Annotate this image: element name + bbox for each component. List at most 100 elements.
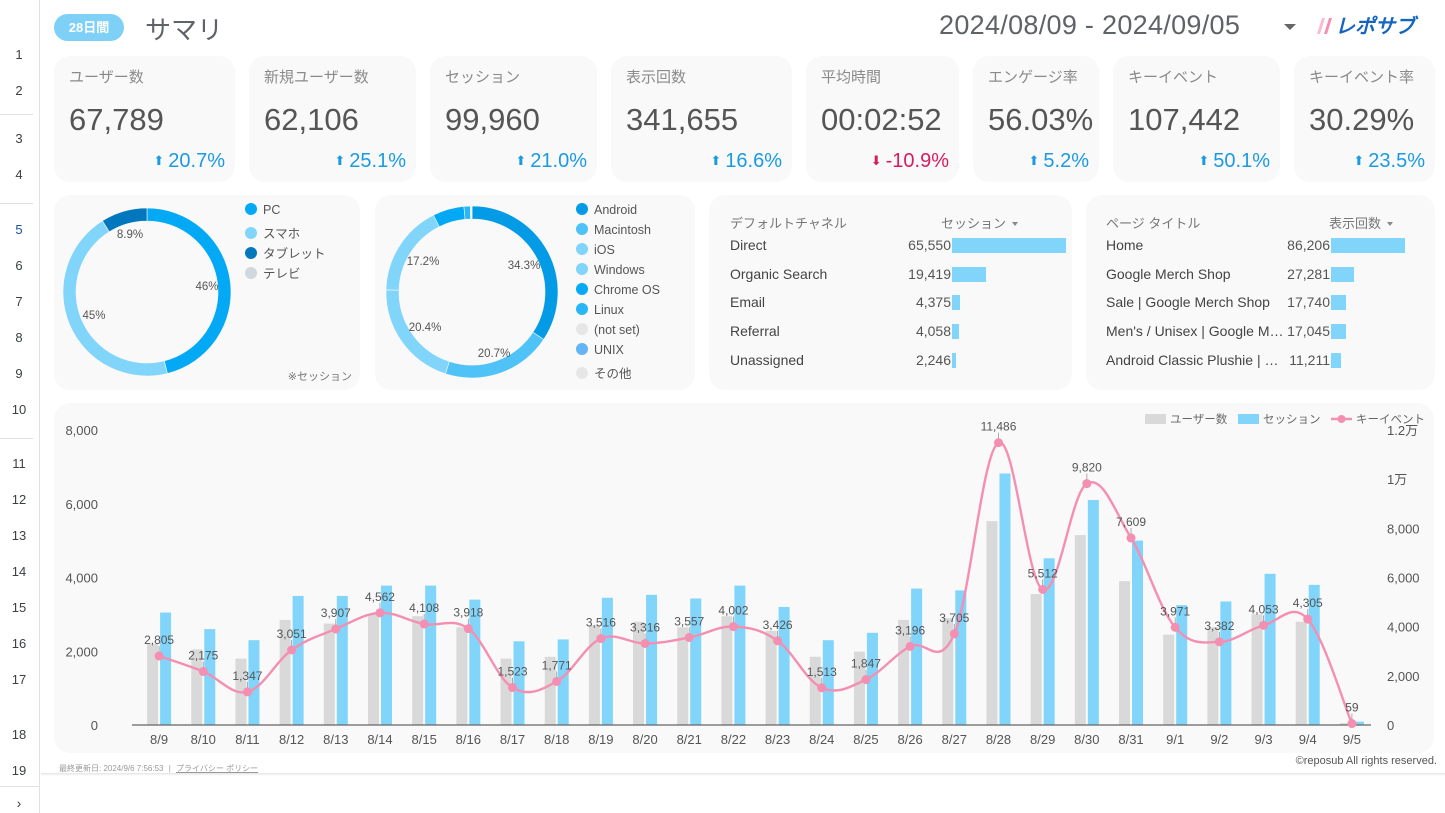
sessions-bar[interactable] (292, 595, 304, 725)
key-event-point[interactable] (375, 608, 385, 618)
users-bar[interactable] (986, 521, 998, 725)
legend-item[interactable]: その他 (576, 363, 632, 382)
row-number[interactable]: 6 (0, 258, 38, 273)
users-bar[interactable] (765, 630, 777, 725)
privacy-policy-link[interactable]: プライバシー ポリシー (176, 764, 258, 773)
key-event-point[interactable] (154, 651, 164, 661)
key-event-point[interactable] (993, 438, 1003, 448)
users-bar[interactable] (367, 614, 379, 725)
key-event-point[interactable] (1259, 620, 1269, 630)
table-row[interactable]: Android Classic Plushie | G... 11,211 (1086, 352, 1435, 378)
legend-item[interactable]: Windows (576, 263, 645, 277)
sessions-bar[interactable] (911, 588, 923, 725)
users-bar[interactable] (1030, 594, 1042, 725)
table-row[interactable]: Home 86,206 (1086, 237, 1435, 263)
table-row[interactable]: Email 4,375 (709, 294, 1072, 320)
row-number[interactable]: 15 (0, 600, 38, 615)
row-number[interactable]: 14 (0, 564, 38, 579)
key-event-point[interactable] (198, 667, 208, 677)
row-number[interactable]: 11 (0, 456, 38, 471)
donut-slice[interactable] (463, 205, 471, 220)
chevron-right-icon[interactable]: › (0, 795, 38, 811)
key-event-point[interactable] (1214, 637, 1224, 647)
row-number[interactable]: 8 (0, 330, 38, 345)
legend-item[interactable]: スマホ (245, 223, 300, 242)
key-event-point[interactable] (1303, 614, 1313, 624)
donut-slice[interactable] (385, 214, 440, 291)
key-event-point[interactable] (949, 629, 959, 639)
table-row[interactable]: Organic Search 19,419 (709, 266, 1072, 292)
users-bar[interactable] (633, 621, 645, 725)
users-bar[interactable] (1074, 535, 1086, 725)
legend-sessions[interactable]: セッション (1263, 413, 1321, 426)
key-event-point[interactable] (640, 638, 650, 648)
row-number[interactable]: 18 (0, 727, 38, 742)
key-event-point[interactable] (684, 633, 694, 643)
channel-metric-header[interactable]: セッション (941, 213, 1019, 232)
key-event-point[interactable] (596, 634, 606, 644)
donut-slice[interactable] (433, 206, 466, 228)
legend-item[interactable]: タブレット (245, 243, 326, 262)
legend-key-events[interactable]: キーイベント (1356, 414, 1425, 426)
legend-item[interactable]: テレビ (245, 263, 301, 282)
sessions-bar[interactable] (822, 640, 834, 725)
date-range-picker[interactable]: 2024/08/09 - 2024/09/05 (939, 10, 1240, 41)
key-event-point[interactable] (1082, 479, 1092, 489)
users-bar[interactable] (323, 623, 335, 725)
sort-desc-icon[interactable] (1012, 222, 1019, 226)
users-bar[interactable] (1295, 621, 1307, 725)
table-row[interactable]: Men's / Unisex | Google Me... 17,045 (1086, 323, 1435, 349)
legend-users[interactable]: ユーザー数 (1170, 412, 1228, 426)
table-row[interactable]: Google Merch Shop 27,281 (1086, 266, 1435, 292)
legend-item[interactable]: Linux (576, 303, 624, 317)
users-bar[interactable] (721, 616, 733, 725)
key-event-point[interactable] (817, 683, 827, 693)
donut-slice[interactable] (62, 220, 168, 377)
key-event-point[interactable] (331, 624, 341, 634)
legend-item[interactable]: Chrome OS (576, 283, 660, 297)
row-number[interactable]: 16 (0, 636, 38, 651)
donut-slice[interactable] (471, 205, 559, 340)
legend-item[interactable]: PC (245, 203, 280, 217)
sessions-bar[interactable] (380, 585, 392, 725)
row-number[interactable]: 2 (0, 83, 38, 98)
key-event-point[interactable] (1170, 622, 1180, 632)
key-event-point[interactable] (508, 683, 518, 693)
sessions-bar[interactable] (999, 473, 1011, 725)
key-event-point[interactable] (728, 622, 738, 632)
row-number[interactable]: 19 (0, 763, 38, 778)
page-metric-header[interactable]: 表示回数 (1329, 213, 1394, 232)
sessions-bar[interactable] (1087, 500, 1099, 725)
row-number[interactable]: 9 (0, 366, 38, 381)
legend-item[interactable]: Macintosh (576, 223, 651, 237)
sessions-bar[interactable] (1264, 573, 1276, 725)
row-number[interactable]: 12 (0, 492, 38, 507)
row-number[interactable]: 10 (0, 402, 38, 417)
row-number[interactable]: 7 (0, 294, 38, 309)
key-event-point[interactable] (287, 645, 297, 655)
legend-item[interactable]: Android (576, 203, 637, 217)
row-number[interactable]: 5 (0, 214, 38, 244)
row-number[interactable]: 3 (0, 131, 38, 146)
key-event-point[interactable] (463, 624, 473, 634)
sessions-bar[interactable] (1132, 540, 1144, 725)
row-number[interactable]: 1 (0, 47, 38, 62)
table-row[interactable]: Sale | Google Merch Shop 17,740 (1086, 294, 1435, 320)
users-bar[interactable] (1251, 614, 1263, 725)
sessions-bar[interactable] (513, 641, 525, 725)
legend-item[interactable]: iOS (576, 243, 615, 257)
key-event-point[interactable] (1126, 533, 1136, 543)
row-number[interactable]: 17 (0, 672, 38, 687)
row-number[interactable]: 4 (0, 167, 38, 182)
key-event-point[interactable] (905, 641, 915, 651)
users-bar[interactable] (1119, 581, 1131, 725)
table-row[interactable]: Direct 65,550 (709, 237, 1072, 263)
sessions-bar[interactable] (646, 594, 658, 725)
sessions-bar[interactable] (160, 612, 172, 725)
key-event-point[interactable] (773, 636, 783, 646)
key-event-point[interactable] (1347, 719, 1357, 729)
chevron-down-icon[interactable] (1284, 24, 1296, 30)
table-row[interactable]: Unassigned 2,246 (709, 352, 1072, 378)
users-bar[interactable] (456, 627, 468, 725)
row-number[interactable]: 13 (0, 528, 38, 543)
